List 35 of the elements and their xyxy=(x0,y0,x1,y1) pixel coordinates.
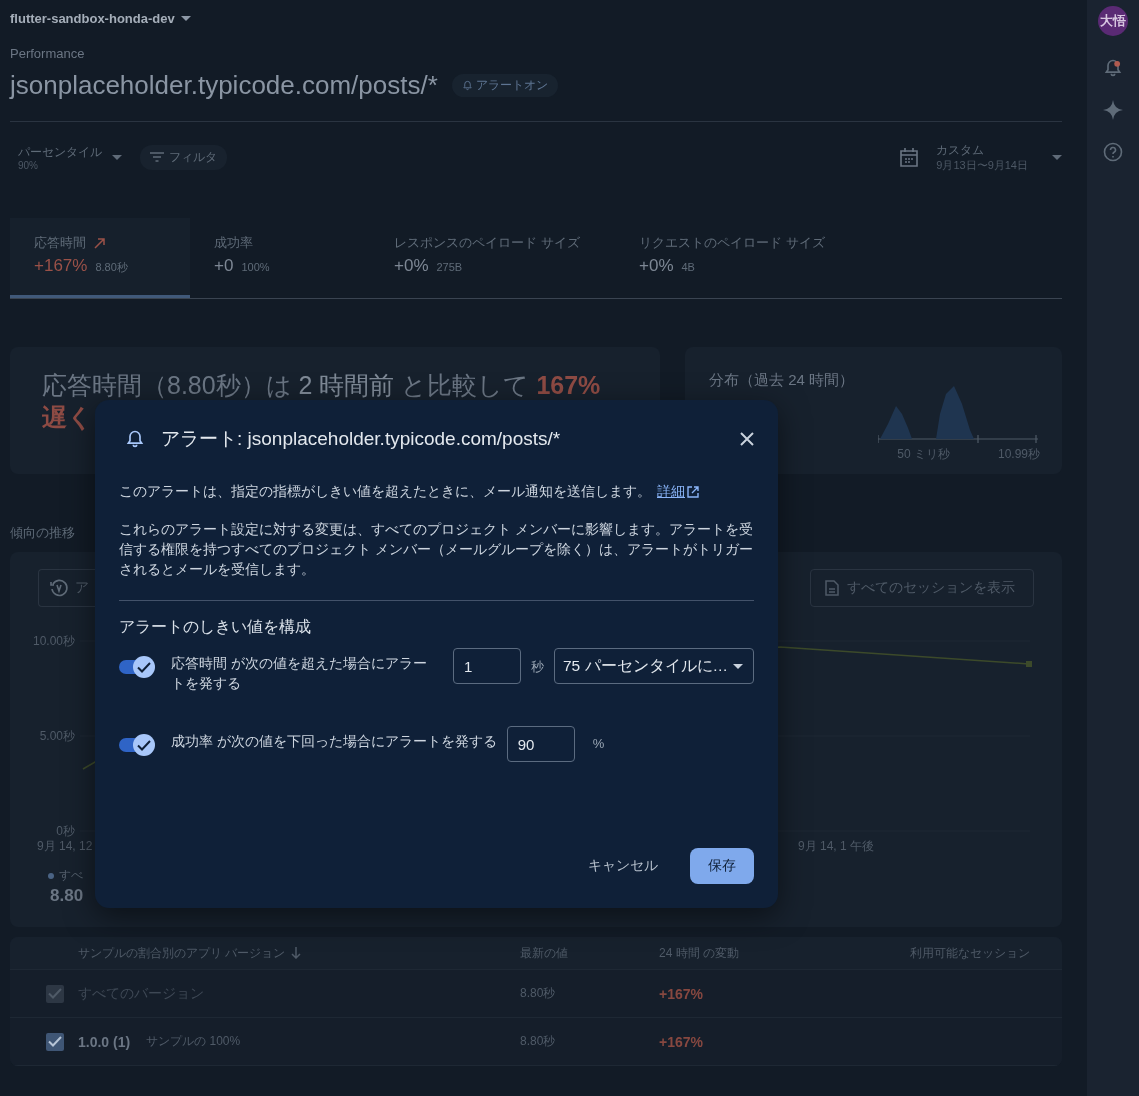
change-value: +167% xyxy=(659,985,704,1002)
percentile-dropdown[interactable]: パーセンタイル 90% xyxy=(18,143,122,171)
filter-chip[interactable]: フィルタ xyxy=(140,144,227,170)
cancel-button[interactable]: キャンセル xyxy=(584,849,662,883)
threshold-input[interactable]: 1 xyxy=(453,648,521,684)
intro-text: このアラートは、指定の指標がしきい値を超えたときに、メール通知を送信します。 詳細 xyxy=(119,482,754,502)
section-heading: アラートのしきい値を構成 xyxy=(119,617,312,637)
axis-label: 10.00秒 xyxy=(32,634,75,648)
user-avatar[interactable]: 大悟 xyxy=(1098,6,1128,36)
rule-label: 成功率 が次の値を下回った場合にアラートを発する xyxy=(171,733,497,751)
distribution-title: 分布（過去 24 時間） xyxy=(709,371,856,390)
percentile-select[interactable]: 75 パーセンタイルに… xyxy=(554,648,754,684)
legend-value: 8.80 xyxy=(50,886,84,906)
alert-status-chip[interactable]: アラートオン xyxy=(451,73,558,97)
section-title: 傾向の推移 xyxy=(10,524,75,542)
save-button[interactable]: 保存 xyxy=(690,848,754,884)
axis-label: 5.00秒 xyxy=(39,729,75,743)
table-cell-text: 8.80秒 xyxy=(520,985,557,1002)
metric-tab[interactable]: レスポンスのペイロード サイズ +0% 275B xyxy=(370,218,615,298)
version-name: 1.0.0 (1) xyxy=(78,1033,131,1050)
page-title: jsonplaceholder.typicode.com/posts/* xyxy=(10,69,438,101)
project-name[interactable]: flutter-sandbox-honda-dev xyxy=(10,10,175,26)
unit-label: 秒 xyxy=(531,658,544,676)
metric-tab[interactable]: リクエストのペイロード サイズ +0% 4B xyxy=(615,218,875,298)
metric-tab[interactable]: 成功率 +0 100% xyxy=(190,218,370,298)
threshold-input[interactable]: 90 xyxy=(506,726,575,762)
unit-label: % xyxy=(592,736,605,751)
section-label: Performance xyxy=(10,46,86,61)
axis-label: 10.99秒 xyxy=(997,446,1040,463)
rule-label: 応答時間 が次の値を超えた場合にアラートを発する xyxy=(171,655,428,693)
notice-text: これらのアラート設定に対する変更は、すべてのプロジェクト メンバーに影響します。アラートを受信する権限を持つすべてのプロジェクト メンバー（メールグループを除く）は、アラートがトリガーされるとメールを受信します。 xyxy=(119,521,754,579)
change-value: +167% xyxy=(659,1033,704,1050)
metric-tab[interactable]: 応答時間 +167% 8.80秒 xyxy=(10,218,190,298)
table-cell-text: 8.80秒 xyxy=(520,1033,557,1050)
details-link[interactable]: 詳細 xyxy=(657,482,699,502)
